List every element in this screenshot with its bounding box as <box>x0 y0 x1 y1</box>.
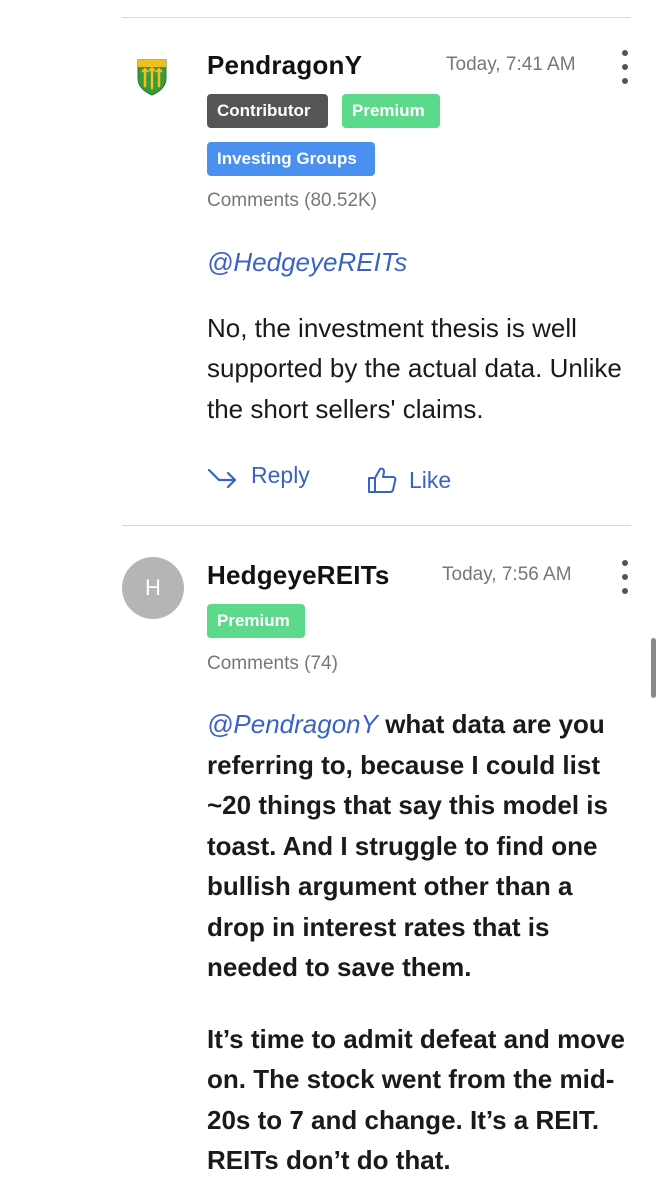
comment-body: @HedgeyeREITs No, the investment thesis … <box>207 242 637 429</box>
comments-count[interactable]: Comments (80.52K) <box>207 190 377 212</box>
comment-text-part1: what data are you referring to, because … <box>207 709 608 982</box>
shield-icon[interactable] <box>137 58 167 96</box>
like-label: Like <box>409 466 452 493</box>
comment-hedgeyereits: H HedgeyeREITs Today, 7:56 AM Premium Co… <box>0 526 661 1200</box>
comments-count[interactable]: Comments (74) <box>207 653 338 675</box>
timestamp: Today, 7:56 AM <box>442 564 572 585</box>
comment-pendragony: PendragonY Today, 7:41 AM Contributor Pr… <box>0 0 661 525</box>
username[interactable]: HedgeyeREITs <box>207 560 390 591</box>
contributor-badge: Contributor <box>207 94 328 128</box>
more-options-icon[interactable] <box>619 560 631 594</box>
premium-badge: Premium <box>207 604 305 638</box>
premium-badge: Premium <box>342 94 440 128</box>
reply-label: Reply <box>251 462 310 488</box>
timestamp: Today, 7:41 AM <box>446 54 576 75</box>
comment-text-part2: It’s time to admit defeat and move on. T… <box>207 1023 626 1176</box>
more-options-icon[interactable] <box>619 50 631 84</box>
comment-body: @PendragonY what data are you referring … <box>207 704 632 1181</box>
reply-button[interactable]: Reply <box>207 462 310 489</box>
mention-link[interactable]: @HedgeyeREITs <box>207 247 407 277</box>
username[interactable]: PendragonY <box>207 50 362 81</box>
mention-link[interactable]: @PendragonY <box>207 709 378 739</box>
scrollbar[interactable] <box>651 638 656 698</box>
investing-groups-badge: Investing Groups <box>207 142 375 176</box>
avatar[interactable]: H <box>122 557 184 619</box>
like-button[interactable]: Like <box>367 466 451 494</box>
thumbs-up-icon <box>367 466 397 494</box>
comment-text: No, the investment thesis is well suppor… <box>207 312 622 424</box>
reply-icon <box>207 464 237 488</box>
